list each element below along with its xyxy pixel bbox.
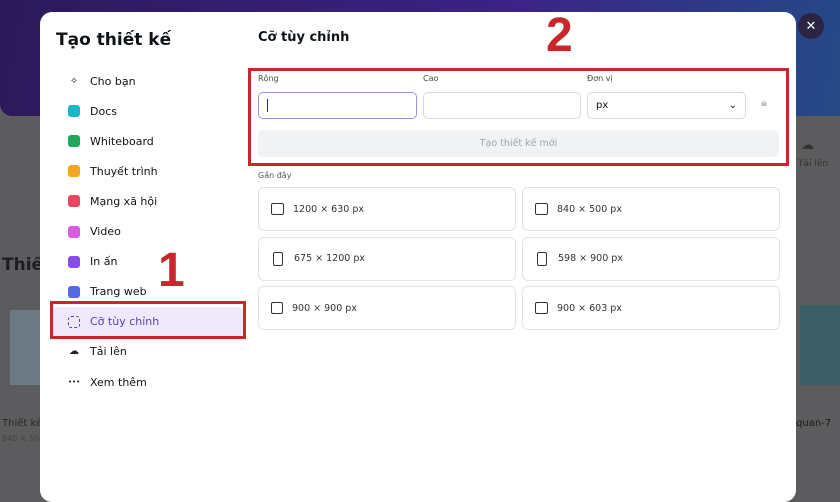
recent-size-label: 1200 × 630 px [293,203,364,215]
sidebar-item-label: In ấn [90,255,118,269]
recent-size-card[interactable]: 900 × 603 px [522,286,780,330]
height-input[interactable] [423,92,581,119]
modal-title: Tạo thiết kế [56,30,172,50]
recent-size-card[interactable]: 1200 × 630 px [258,187,516,231]
unit-label: Đơn vị [587,74,613,83]
print-icon [68,255,80,268]
sidebar-item-label: Cho bạn [90,74,136,88]
background-item-title: Thiết kế [2,418,43,429]
background-item-size: 840 × 500 [2,434,45,443]
recent-label: Gần đây [258,171,292,180]
video-icon [68,225,80,238]
image-icon [537,251,547,266]
social-icon [68,195,80,208]
sidebar-item[interactable]: Whiteboard [52,126,243,156]
unit-value: px [596,100,609,111]
docs-icon [68,105,80,118]
sidebar-item-label: Whiteboard [90,134,154,148]
create-design-button[interactable]: Tạo thiết kế mới [258,130,779,157]
sidebar-item[interactable]: Thuyết trình [52,156,243,186]
sidebar-item-label: Tải lên [90,345,127,359]
image-icon [271,203,284,215]
website-icon [68,285,80,298]
annotation-box-1 [50,301,246,339]
sparkle-icon: ✧ [69,75,79,87]
close-button[interactable]: ✕ [798,13,824,39]
image-icon [535,302,548,314]
recent-size-card[interactable]: 598 × 900 px [522,236,780,281]
background-thumbnail [800,305,840,385]
sidebar-item[interactable]: ••• Xem thêm [52,367,243,397]
recent-size-label: 900 × 603 px [557,302,622,314]
sidebar-item[interactable]: In ấn [52,247,243,277]
sidebar-item[interactable]: ☁ Tải lên [52,337,243,367]
sidebar-item-label: Video [90,225,121,238]
annotation-number-1: 1 [158,244,185,297]
background-thumbnail [10,310,40,385]
sidebar-item[interactable]: Video [52,217,243,247]
sidebar-item-label: Docs [90,104,117,118]
lock-aspect-icon[interactable]: 🔒︎ [761,96,767,110]
whiteboard-icon [68,135,80,148]
unit-select[interactable]: px ⌄ [587,92,746,119]
sidebar-item-label: Xem thêm [90,375,147,389]
annotation-number-2: 2 [546,9,573,62]
background-upload-label: Tải lên [798,159,829,169]
recent-size-label: 675 × 1200 px [294,253,365,264]
image-icon [273,251,283,266]
background-item-title-right: quan-7 [796,418,832,429]
sidebar-item[interactable]: Mạng xã hội [52,186,243,216]
text-cursor [267,99,268,112]
section-title: Cỡ tùy chỉnh [258,30,350,45]
width-label: Rộng [258,74,279,83]
presentation-icon [68,165,80,178]
image-icon [535,203,548,215]
more-icon: ••• [67,378,81,386]
chevron-down-icon: ⌄ [728,100,737,111]
recent-size-card[interactable]: 900 × 900 px [258,286,516,330]
image-icon [271,302,283,314]
sidebar-item-label: Thuyết trình [90,164,158,178]
recent-size-label: 840 × 500 px [557,203,622,215]
width-input[interactable] [258,92,417,119]
recent-size-label: 598 × 900 px [558,253,623,264]
sidebar-item-label: Mạng xã hội [90,194,158,208]
sidebar-item[interactable]: ✧ Cho bạn [52,66,243,96]
background-upload: ☁ Tải lên [798,138,829,169]
recent-size-label: 900 × 900 px [292,302,357,314]
upload-cloud-icon: ☁ [69,346,79,358]
sidebar-item[interactable]: Docs [52,96,243,126]
sidebar-item-label: Trang web [90,285,147,299]
close-icon: ✕ [805,18,817,34]
height-label: Cao [423,74,439,83]
recent-size-card[interactable]: 675 × 1200 px [258,236,516,281]
recent-size-card[interactable]: 840 × 500 px [522,187,780,231]
